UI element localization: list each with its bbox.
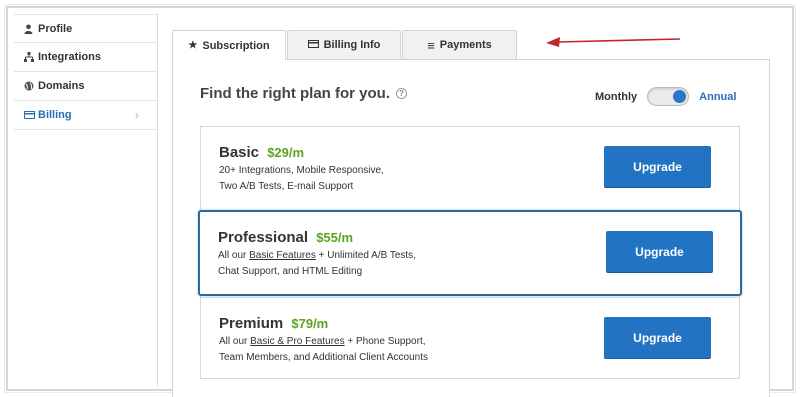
sidebar-item-label: Profile bbox=[38, 22, 73, 35]
plan-description: All our Basic & Pro Features + Phone Sup… bbox=[219, 334, 539, 366]
sidebar-item-profile[interactable]: Profile bbox=[14, 14, 157, 43]
tab-label: Billing Info bbox=[323, 39, 381, 51]
plan-price: $55/m bbox=[316, 230, 354, 245]
plan-card-basic: Basic $29/m 20+ Integrations, Mobile Res… bbox=[201, 127, 739, 211]
basic-pro-features-link[interactable]: Basic & Pro Features bbox=[250, 336, 344, 347]
plan-description-line: 20+ Integrations, Mobile Responsive, bbox=[219, 165, 384, 176]
page-title-text: Find the right plan for you. bbox=[200, 85, 390, 102]
sidebar-item-integrations[interactable]: Integrations bbox=[14, 43, 157, 72]
user-icon bbox=[24, 24, 38, 34]
upgrade-button-basic[interactable]: Upgrade bbox=[604, 146, 711, 187]
plan-price: $29/m bbox=[267, 145, 305, 160]
desc-text: All our bbox=[218, 250, 250, 261]
star-icon: ★ bbox=[188, 40, 198, 51]
sidebar-item-billing[interactable]: Billing › bbox=[14, 101, 157, 130]
billing-period-toggle: Monthly Annual bbox=[595, 87, 736, 106]
switch-knob bbox=[673, 90, 687, 103]
tab-label: Subscription bbox=[202, 39, 270, 52]
billing-main: ★ Subscription Billing Info ≡ Payments F… bbox=[172, 30, 770, 397]
sidebar-item-label: Domains bbox=[38, 80, 85, 92]
upgrade-button-professional[interactable]: Upgrade bbox=[606, 231, 713, 272]
monthly-label[interactable]: Monthly bbox=[595, 91, 637, 103]
desc-text: + Unlimited A/B Tests, bbox=[315, 250, 416, 261]
tab-payments[interactable]: ≡ Payments bbox=[402, 30, 517, 59]
plan-name: Premium $79/m bbox=[219, 315, 328, 332]
plan-description-line: All our Basic & Pro Features + Phone Sup… bbox=[219, 334, 539, 350]
plan-description-line: Chat Support, and HTML Editing bbox=[218, 266, 363, 277]
list-icon: ≡ bbox=[427, 37, 435, 53]
upgrade-button-premium[interactable]: Upgrade bbox=[604, 317, 711, 358]
help-icon[interactable]: ? bbox=[395, 88, 407, 99]
annotation-arrow-icon bbox=[546, 37, 681, 47]
plan-price: $79/m bbox=[291, 316, 329, 331]
annual-label[interactable]: Annual bbox=[699, 91, 736, 103]
globe-icon bbox=[24, 81, 38, 91]
desc-text: All our bbox=[219, 336, 251, 347]
plan-title: Premium bbox=[219, 315, 284, 332]
chevron-right-icon: › bbox=[135, 108, 139, 122]
basic-features-link[interactable]: Basic Features bbox=[249, 250, 316, 261]
desc-text: + Phone Support, bbox=[344, 336, 426, 347]
sidebar-item-label: Billing bbox=[38, 109, 72, 121]
settings-sidebar: Profile Integrations Domains Billing › bbox=[14, 14, 158, 386]
sidebar-item-domains[interactable]: Domains bbox=[14, 72, 157, 101]
plan-description: 20+ Integrations, Mobile Responsive, Two… bbox=[219, 163, 539, 195]
sitemap-icon bbox=[24, 52, 38, 62]
plan-description: All our Basic Features + Unlimited A/B T… bbox=[218, 248, 538, 280]
plan-description-line: All our Basic Features + Unlimited A/B T… bbox=[218, 248, 538, 264]
plan-title: Basic bbox=[219, 144, 260, 161]
plan-description-line: Team Members, and Additional Client Acco… bbox=[219, 352, 428, 363]
plan-description-line: Two A/B Tests, E-mail Support bbox=[219, 181, 354, 192]
plan-card-premium: Premium $79/m All our Basic & Pro Featur… bbox=[201, 298, 739, 382]
plan-name: Basic $29/m bbox=[219, 144, 304, 161]
subscription-panel: Find the right plan for you. ? Monthly A… bbox=[172, 59, 770, 397]
plan-list: Basic $29/m 20+ Integrations, Mobile Res… bbox=[198, 126, 742, 382]
credit-card-icon bbox=[24, 111, 38, 119]
tab-bar: ★ Subscription Billing Info ≡ Payments bbox=[172, 30, 518, 60]
tab-label: Payments bbox=[439, 39, 492, 51]
tab-billing-info[interactable]: Billing Info bbox=[287, 30, 401, 59]
plan-title: Professional bbox=[218, 229, 309, 246]
sidebar-item-label: Integrations bbox=[38, 51, 101, 63]
page-title: Find the right plan for you. ? bbox=[200, 85, 407, 102]
plan-name: Professional $55/m bbox=[218, 229, 353, 246]
plan-card-professional: Professional $55/m All our Basic Feature… bbox=[198, 210, 742, 296]
billing-period-switch[interactable] bbox=[647, 87, 690, 106]
credit-card-icon bbox=[307, 39, 319, 51]
plan-list-box: Basic $29/m 20+ Integrations, Mobile Res… bbox=[198, 126, 742, 382]
tab-subscription[interactable]: ★ Subscription bbox=[172, 30, 286, 60]
